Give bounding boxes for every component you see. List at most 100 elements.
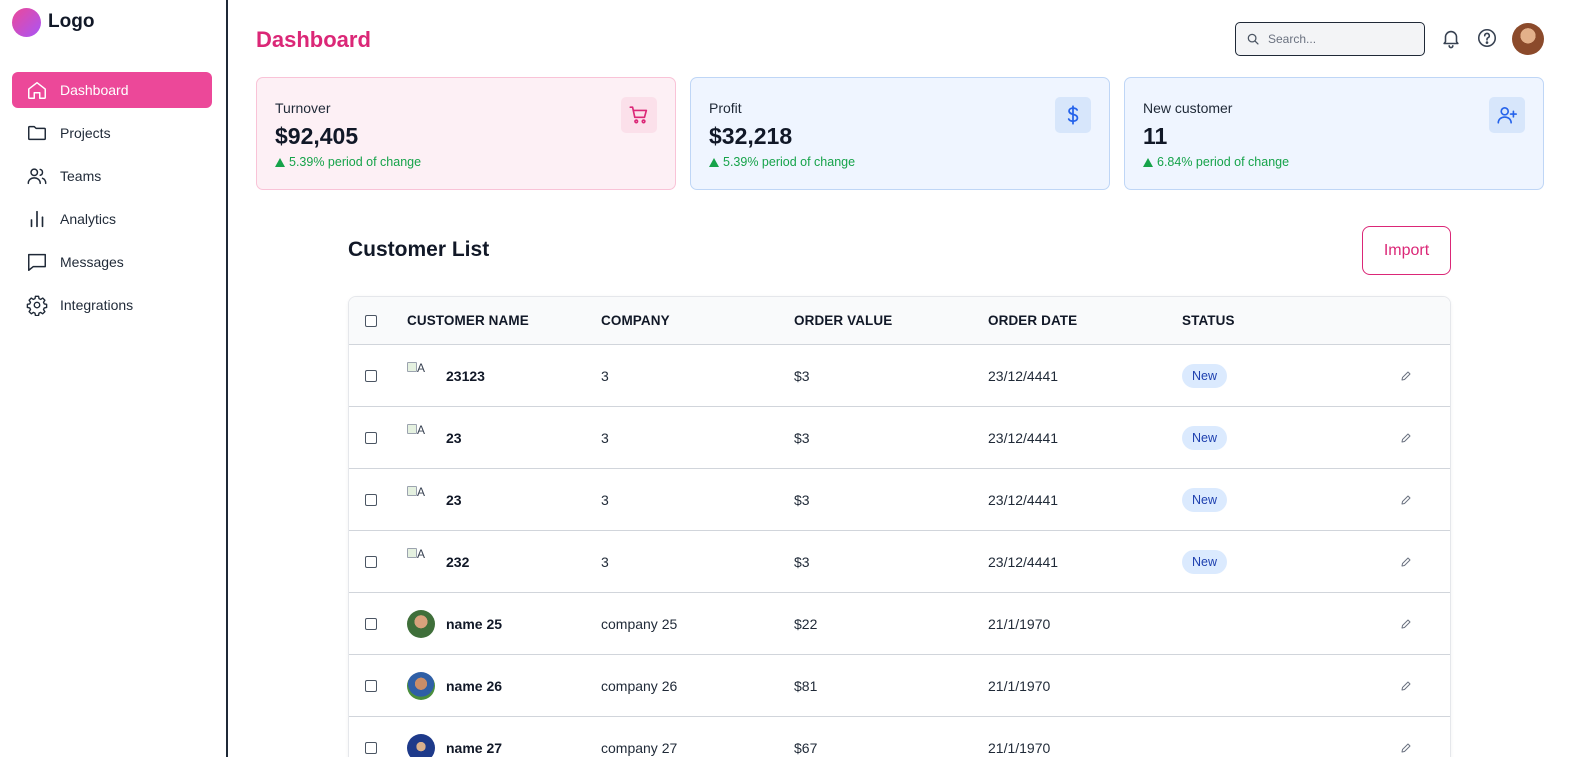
folder-icon — [28, 125, 46, 141]
pencil-icon[interactable] — [1400, 556, 1412, 568]
row-checkbox[interactable] — [365, 741, 377, 754]
column-header[interactable]: ORDER VALUE — [794, 313, 988, 328]
page-title: Dashboard — [256, 27, 371, 52]
avatar — [407, 609, 435, 638]
sidebar-item-label: Messages — [60, 254, 124, 270]
bar-chart-icon — [30, 210, 44, 228]
table-row[interactable]: A 232 3 $3 23/12/4441 New — [349, 531, 1450, 593]
broken-image-icon — [407, 423, 417, 434]
sidebar-item-teams[interactable]: Teams — [12, 158, 212, 194]
order-date-cell: 21/1/1970 — [988, 677, 1051, 694]
status-badge: New — [1182, 549, 1228, 574]
user-avatar[interactable] — [1512, 23, 1544, 55]
sidebar-item-label: Teams — [60, 168, 102, 184]
customer-name: name 27 — [446, 739, 503, 756]
row-checkbox[interactable] — [365, 555, 377, 568]
pencil-icon[interactable] — [1400, 494, 1412, 506]
header-checkbox-cell — [349, 314, 407, 327]
column-header[interactable]: STATUS — [1182, 313, 1362, 328]
sidebar-item-label: Analytics — [60, 211, 117, 227]
company-cell: 3 — [601, 491, 609, 508]
table-header: CUSTOMER NAME COMPANY ORDER VALUE ORDER … — [349, 297, 1450, 345]
select-all-checkbox[interactable] — [365, 314, 377, 327]
company-cell: company 26 — [601, 677, 678, 694]
row-checkbox-cell — [349, 555, 407, 568]
sidebar-item-dashboard[interactable]: Dashboard — [12, 72, 212, 108]
users-icon — [27, 168, 47, 185]
order-date-cell: 21/1/1970 — [988, 739, 1051, 756]
company-cell: 3 — [601, 367, 609, 384]
column-header[interactable]: ORDER DATE — [988, 313, 1182, 328]
customer-name: 23 — [446, 429, 462, 446]
sidebar-item-analytics[interactable]: Analytics — [12, 201, 212, 237]
gear-icon — [26, 295, 48, 316]
card-label: New customer — [1143, 100, 1233, 116]
app-root: Logo Dashboard Projects Teams Analytics … — [0, 0, 1577, 757]
pencil-icon[interactable] — [1400, 432, 1412, 444]
column-header[interactable]: CUSTOMER NAME — [407, 313, 601, 328]
row-checkbox-cell — [349, 493, 407, 506]
company-cell: company 27 — [601, 739, 678, 756]
order-date-cell: 23/12/4441 — [988, 367, 1059, 384]
row-checkbox[interactable] — [365, 369, 377, 382]
trend-up-icon — [275, 157, 285, 167]
order-value-cell: $3 — [794, 553, 810, 570]
customer-list-title: Customer List — [348, 238, 490, 261]
row-checkbox[interactable] — [365, 431, 377, 444]
order-value-cell: $3 — [794, 491, 810, 508]
sidebar-item-projects[interactable]: Projects — [12, 115, 212, 151]
broken-image-icon — [407, 361, 417, 372]
customer-name: name 26 — [446, 677, 503, 694]
broken-image-icon — [407, 485, 417, 496]
avatar-alt-text: A — [417, 361, 426, 375]
search-box[interactable] — [1235, 22, 1425, 56]
pencil-icon[interactable] — [1400, 618, 1412, 630]
column-header[interactable]: COMPANY — [601, 313, 794, 328]
status-cell: New — [1182, 363, 1362, 388]
pencil-icon[interactable] — [1400, 680, 1412, 692]
row-checkbox-cell — [349, 679, 407, 692]
bell-icon[interactable] — [1440, 27, 1462, 49]
order-value-cell: $81 — [794, 677, 818, 694]
customer-table: CUSTOMER NAME COMPANY ORDER VALUE ORDER … — [348, 296, 1451, 757]
customer-name-cell: name 26 — [407, 671, 601, 700]
card-change: 6.84% period of change — [1143, 155, 1525, 169]
help-icon[interactable] — [1476, 27, 1498, 49]
row-checkbox[interactable] — [365, 493, 377, 506]
import-button[interactable]: Import — [1362, 226, 1451, 275]
trend-up-icon — [709, 157, 719, 167]
customer-name-cell: A 23 — [407, 423, 601, 452]
pencil-icon[interactable] — [1400, 742, 1412, 754]
row-checkbox-cell — [349, 431, 407, 444]
table-row[interactable]: A 23 3 $3 23/12/4441 New — [349, 407, 1450, 469]
table-row[interactable]: name 26 company 26 $81 21/1/1970 — [349, 655, 1450, 717]
card-label: Turnover — [275, 100, 331, 116]
search-input[interactable] — [1268, 32, 1418, 46]
customer-name-cell: A 23 — [407, 485, 601, 514]
card-change: 5.39% period of change — [275, 155, 657, 169]
customer-name: name 25 — [446, 615, 503, 632]
table-row[interactable]: name 27 company 27 $67 21/1/1970 — [349, 717, 1450, 757]
logo[interactable]: Logo — [12, 7, 94, 37]
sidebar-item-messages[interactable]: Messages — [12, 244, 212, 280]
avatar-alt-text: A — [417, 423, 426, 437]
card-icon-box — [1489, 97, 1525, 133]
order-date-cell: 23/12/4441 — [988, 553, 1059, 570]
user-plus-icon — [1497, 107, 1517, 124]
card-icon-box — [621, 97, 657, 133]
sidebar-nav: Dashboard Projects Teams Analytics Messa… — [12, 72, 212, 330]
edit-cell — [1362, 556, 1450, 568]
profit-card: Profit $32,218 5.39% period of change — [690, 77, 1110, 190]
table-row[interactable]: A 23 3 $3 23/12/4441 New — [349, 469, 1450, 531]
row-checkbox[interactable] — [365, 679, 377, 692]
row-checkbox-cell — [349, 741, 407, 754]
sidebar-item-integrations[interactable]: Integrations — [12, 287, 212, 323]
sidebar-item-label: Projects — [60, 125, 111, 141]
pencil-icon[interactable] — [1400, 370, 1412, 382]
table-row[interactable]: A 23123 3 $3 23/12/4441 New — [349, 345, 1450, 407]
card-change: 5.39% period of change — [709, 155, 1091, 169]
edit-cell — [1362, 370, 1450, 382]
logo-text: Logo — [48, 11, 95, 32]
row-checkbox[interactable] — [365, 617, 377, 630]
table-row[interactable]: name 25 company 25 $22 21/1/1970 — [349, 593, 1450, 655]
